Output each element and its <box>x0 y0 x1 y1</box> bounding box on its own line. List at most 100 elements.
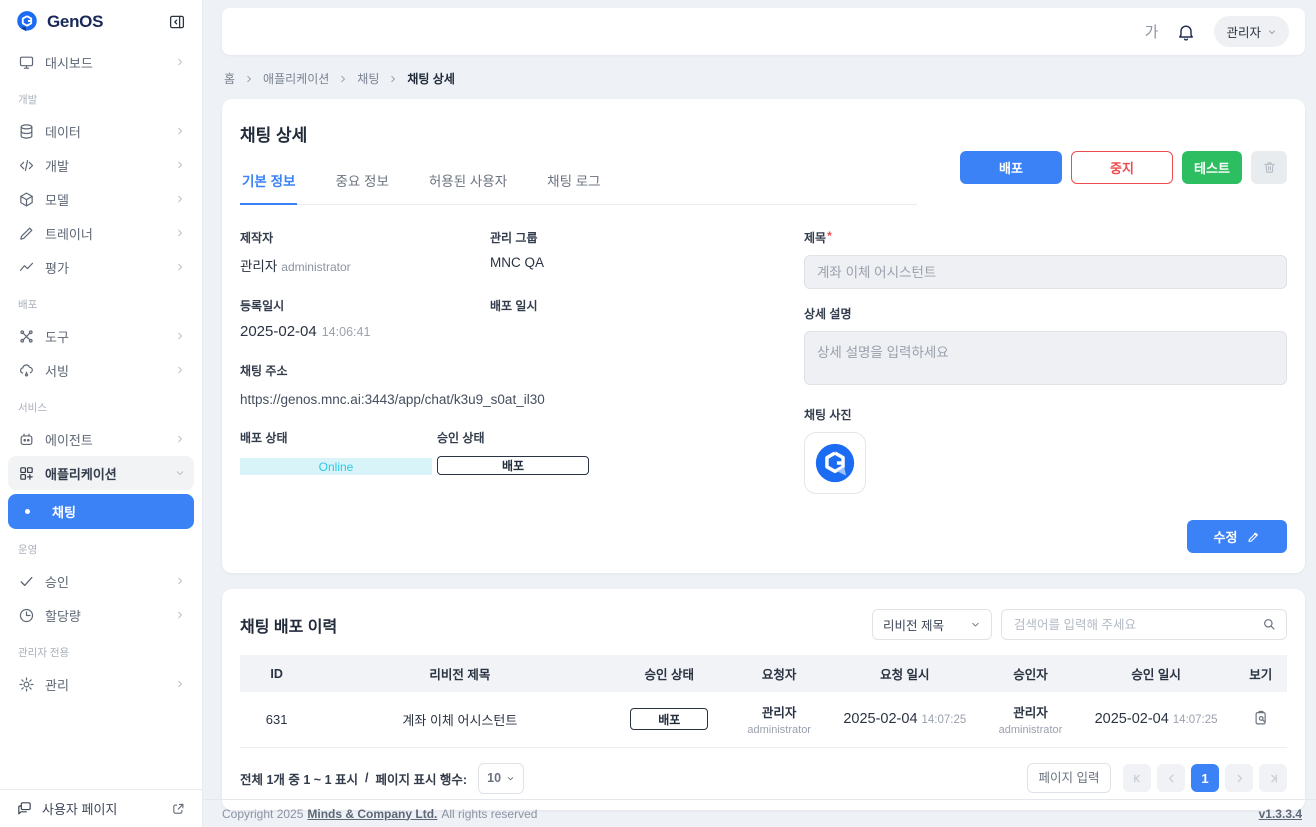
description-textarea[interactable] <box>804 331 1287 385</box>
table-row: 631 계좌 이체 어시스턴트 배포 관리자 administrator 202… <box>240 692 1287 747</box>
tab-allowed-users[interactable]: 허용된 사용자 <box>427 166 509 204</box>
sidebar-item-agent[interactable]: 에이전트 <box>8 422 194 456</box>
created-at-value: 2025-02-0414:06:41 <box>240 323 490 340</box>
detail-tabs: 기본 정보 중요 정보 허용된 사용자 채팅 로그 <box>240 166 917 205</box>
test-button[interactable]: 테스트 <box>1182 151 1242 184</box>
sidebar-item-quota[interactable]: 할당량 <box>8 598 194 632</box>
tab-basic-info[interactable]: 기본 정보 <box>240 166 297 205</box>
apps-icon <box>18 465 35 482</box>
chevron-right-icon <box>174 56 186 68</box>
col-view: 보기 <box>1235 655 1287 692</box>
chat-detail-card: 채팅 상세 기본 정보 중요 정보 허용된 사용자 채팅 로그 배포 중지 테스… <box>222 99 1305 573</box>
sidebar-item-approval[interactable]: 승인 <box>8 564 194 598</box>
status-row: 배포 상태 Online 승인 상태 배포 <box>240 429 760 475</box>
prev-page-button[interactable] <box>1157 764 1185 792</box>
sidebar-item-label: 서빙 <box>45 361 69 380</box>
main-area: 가 관리자 홈 애플리케이션 채팅 채팅 상세 채팅 상세 기본 정보 중요 정… <box>203 0 1316 827</box>
company-link[interactable]: Minds & Company Ltd. <box>307 807 437 821</box>
summary-separator: / <box>365 771 368 785</box>
rows-per-page-select[interactable]: 10 <box>478 763 524 794</box>
sidebar-item-model[interactable]: 모델 <box>8 182 194 216</box>
description-label: 상세 설명 <box>804 305 1287 322</box>
breadcrumb-home[interactable]: 홈 <box>224 70 235 87</box>
sidebar-item-serving[interactable]: 서빙 <box>8 353 194 387</box>
view-detail-icon[interactable] <box>1252 709 1270 727</box>
monitor-icon <box>18 54 35 71</box>
rows-per-page-label: 페이지 표시 행수: <box>375 769 467 788</box>
chevron-right-icon <box>174 159 186 171</box>
sidebar-item-develop[interactable]: 개발 <box>8 148 194 182</box>
sidebar-item-application[interactable]: 애플리케이션 <box>8 456 194 490</box>
user-menu[interactable]: 관리자 <box>1214 16 1289 47</box>
edit-button[interactable]: 수정 <box>1187 520 1287 553</box>
chevron-right-icon <box>338 74 348 84</box>
row-summary: 전체 1개 중 1 ~ 1 표시 <box>240 769 358 788</box>
check-icon <box>18 573 35 590</box>
sidebar-item-label: 모델 <box>45 190 69 209</box>
cell-view <box>1235 692 1287 747</box>
edit-icon <box>1246 530 1260 544</box>
chat-photo-label: 채팅 사진 <box>804 406 1287 423</box>
sidebar-item-chat[interactable]: 채팅 <box>8 494 194 529</box>
sidebar-item-label: 트레이너 <box>45 224 93 243</box>
creator-value: 관리자administrator <box>240 255 490 275</box>
chat-photo-logo-icon <box>812 440 858 486</box>
sidebar-item-tools[interactable]: 도구 <box>8 319 194 353</box>
search-input[interactable] <box>1001 609 1287 640</box>
sidebar-item-dashboard[interactable]: 대시보드 <box>8 45 194 79</box>
cell-approval-status: 배포 <box>606 692 732 747</box>
last-page-button[interactable] <box>1259 764 1287 792</box>
copyright-suffix: All rights reserved <box>441 807 537 821</box>
genos-logo[interactable]: GenOS <box>14 9 103 35</box>
filter-select[interactable]: 리비전 제목 <box>872 609 992 640</box>
title-input[interactable] <box>804 255 1287 289</box>
search-icon[interactable] <box>1261 616 1277 632</box>
sidebar-item-label: 할당량 <box>45 606 81 625</box>
user-page-link[interactable]: 사용자 페이지 <box>0 789 202 827</box>
col-requester: 요청자 <box>732 655 826 692</box>
page-number-input[interactable] <box>1027 763 1111 793</box>
cell-approver: 관리자 administrator <box>983 692 1077 747</box>
chevron-down-icon <box>970 619 981 630</box>
copyright-prefix: Copyright 2025 <box>222 807 303 821</box>
sidebar-item-label: 채팅 <box>52 502 76 521</box>
deployed-at-label: 배포 일시 <box>490 297 740 314</box>
tab-important-info[interactable]: 중요 정보 <box>333 166 390 204</box>
sidebar-item-label: 에이전트 <box>45 430 93 449</box>
chevron-down-icon <box>174 467 186 479</box>
logo-text: GenOS <box>47 12 103 32</box>
first-page-button[interactable] <box>1123 764 1151 792</box>
breadcrumb-chat[interactable]: 채팅 <box>357 70 379 87</box>
sidebar-item-evaluation[interactable]: 평가 <box>8 250 194 284</box>
filter-selected-value: 리비전 제목 <box>883 615 944 634</box>
page-button-1[interactable]: 1 <box>1191 764 1219 792</box>
tab-chat-log[interactable]: 채팅 로그 <box>545 166 602 204</box>
user-menu-label: 관리자 <box>1226 22 1261 41</box>
bell-icon[interactable] <box>1176 22 1196 42</box>
pagination: 1 <box>1123 764 1287 792</box>
deploy-history-card: 채팅 배포 이력 리비전 제목 ID 리비전 제목 승인 상태 요청자 <box>222 589 1305 810</box>
deploy-button[interactable]: 배포 <box>960 151 1062 184</box>
sidebar-collapse-icon[interactable] <box>168 13 186 31</box>
chevron-right-icon <box>174 330 186 342</box>
chat-photo <box>804 432 866 494</box>
basic-info-form: 제작자 관리자administrator 관리 그룹 MNC QA 등록일시 <box>240 229 1287 494</box>
tools-icon <box>18 328 35 345</box>
cell-revision-title: 계좌 이체 어시스턴트 <box>313 692 606 747</box>
next-page-button[interactable] <box>1225 764 1253 792</box>
chevron-right-icon <box>174 364 186 376</box>
sidebar-item-trainer[interactable]: 트레이너 <box>8 216 194 250</box>
delete-button[interactable] <box>1251 151 1287 184</box>
cell-request-date: 2025-02-0414:07:25 <box>826 692 983 747</box>
col-approval-status: 승인 상태 <box>606 655 732 692</box>
breadcrumb-application[interactable]: 애플리케이션 <box>263 70 329 87</box>
history-table: ID 리비전 제목 승인 상태 요청자 요청 일시 승인자 승인 일시 보기 6… <box>240 655 1287 748</box>
version-link[interactable]: v1.3.3.4 <box>1259 807 1302 821</box>
sidebar: GenOS 대시보드 개발 데이터 개발 모델 <box>0 0 203 827</box>
cell-id: 631 <box>240 692 313 747</box>
sidebar-item-management[interactable]: 관리 <box>8 667 194 701</box>
topbar: 가 관리자 <box>222 8 1305 55</box>
sidebar-item-data[interactable]: 데이터 <box>8 114 194 148</box>
stop-button[interactable]: 중지 <box>1071 151 1173 184</box>
font-size-button[interactable]: 가 <box>1145 21 1159 42</box>
